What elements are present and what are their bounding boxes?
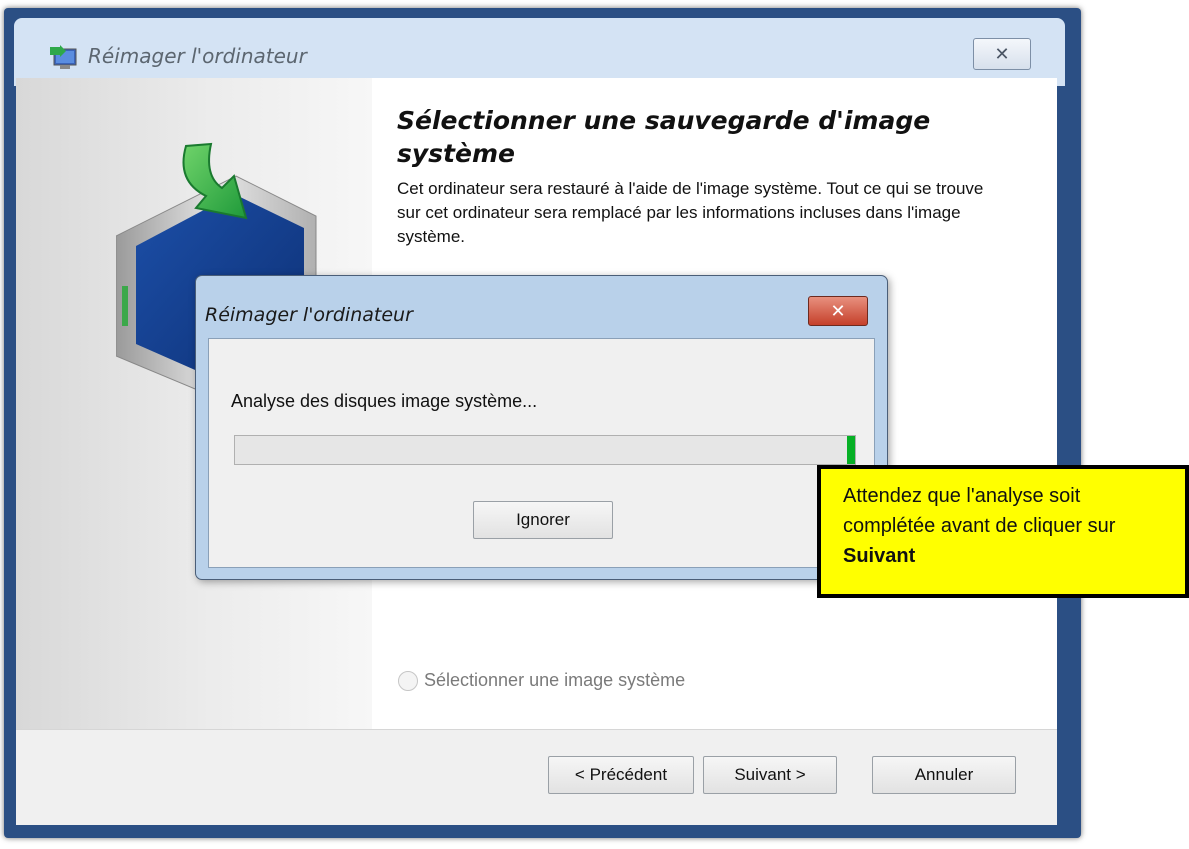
ignore-button[interactable]: Ignorer <box>473 501 613 539</box>
page-title: Sélectionner une sauvegarde d'image syst… <box>397 106 931 168</box>
status-text: Analyse des disques image système... <box>231 391 538 411</box>
callout-text: Attendez que l'analyse soit complétée av… <box>843 485 1116 537</box>
dialog-title: Réimager l'ordinateur <box>205 304 413 326</box>
progress-fill <box>847 436 855 464</box>
computer-restore-icon <box>50 45 77 69</box>
window-title: Réimager l'ordinateur <box>88 44 307 68</box>
annotation-callout: Attendez que l'analyse soit complétée av… <box>817 465 1189 598</box>
select-image-option[interactable]: Sélectionner une image système <box>398 670 685 691</box>
dialog-body: Analyse des disques image système... Ign… <box>208 338 875 568</box>
progress-dialog: Réimager l'ordinateur ✕ Analyse des disq… <box>195 275 888 580</box>
cancel-button[interactable]: Annuler <box>872 756 1016 794</box>
close-icon: ✕ <box>830 300 846 322</box>
close-icon: ✕ <box>994 43 1010 65</box>
next-button[interactable]: Suivant > <box>703 756 837 794</box>
dialog-close-button[interactable]: ✕ <box>808 296 868 326</box>
callout-emphasis: Suivant <box>843 545 916 567</box>
page-description: Cet ordinateur sera restauré à l'aide de… <box>397 179 984 246</box>
footer: < Précédent Suivant > Annuler <box>16 730 1057 825</box>
select-image-radio[interactable] <box>398 670 418 691</box>
select-image-label: Sélectionner une image système <box>424 670 686 690</box>
previous-button[interactable]: < Précédent <box>548 756 694 794</box>
progress-bar <box>234 435 856 465</box>
close-button[interactable]: ✕ <box>973 38 1031 70</box>
